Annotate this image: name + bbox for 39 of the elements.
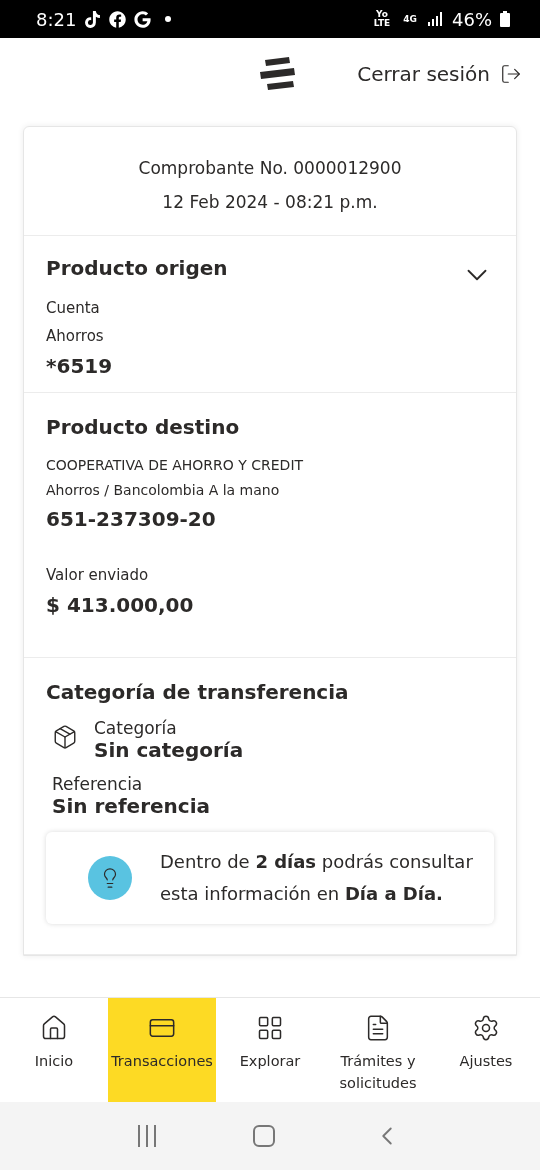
logo-icon	[259, 57, 298, 91]
dot-icon	[165, 16, 172, 22]
battery-icon	[500, 11, 510, 27]
tiktok-icon	[84, 10, 102, 28]
account-detail: Ahorros / Bancolombia A la mano	[46, 481, 281, 500]
volte-label: Yo LTE	[372, 10, 392, 28]
network-label: 4G	[402, 14, 418, 24]
battery-percent: 46%	[452, 8, 492, 30]
home-icon[interactable]	[253, 1125, 275, 1147]
logout-icon	[500, 63, 522, 85]
house-icon	[40, 1014, 68, 1042]
account-number: 651-237309-20	[46, 507, 217, 531]
amount-value: $ 413.000,00	[46, 593, 195, 617]
category-value: Sin categoría	[94, 738, 244, 762]
account-detail: Ahorros	[46, 326, 105, 347]
section-title: Categoría de transferencia	[46, 680, 350, 704]
receipt-number: Comprobante No. 0000012900	[137, 157, 403, 180]
receipt-date: 12 Feb 2024 - 08:21 p.m.	[161, 191, 379, 214]
category-label: Categoría	[94, 718, 178, 738]
section-title: Producto origen	[46, 256, 228, 280]
clock: 8:21	[36, 8, 77, 30]
signal-icon	[428, 12, 444, 26]
account-detail: COOPERATIVA DE AHORRO Y CREDIT	[46, 456, 305, 475]
recents-icon[interactable]	[138, 1125, 157, 1147]
reference-value: Sin referencia	[52, 794, 211, 818]
nav-tab[interactable]: Transacciones	[108, 998, 216, 1102]
lightbulb-icon	[88, 856, 132, 900]
info-text: Dentro de 2 días podrás consultar esta información en Día a Día.	[160, 850, 474, 906]
section-title: Producto destino	[46, 415, 241, 439]
logout-button[interactable]: Cerrar sesión	[357, 62, 522, 86]
gear-icon	[472, 1014, 500, 1042]
account-number: *6519	[46, 354, 114, 378]
google-icon	[134, 10, 152, 28]
grid-icon	[256, 1014, 284, 1042]
facebook-icon	[109, 10, 127, 28]
amount-label: Valor enviado	[46, 565, 150, 586]
box-icon	[52, 724, 78, 750]
account-detail: Cuenta	[46, 298, 101, 319]
reference-label: Referencia	[52, 774, 144, 794]
